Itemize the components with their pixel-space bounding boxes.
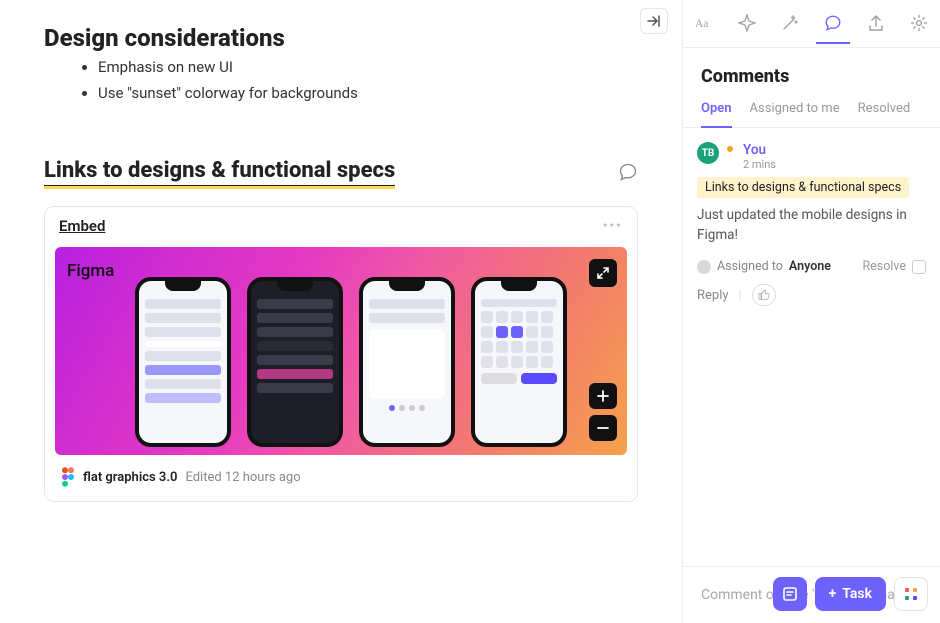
comment-time: 2 mins <box>743 158 776 171</box>
apps-button[interactable] <box>894 577 928 611</box>
collapse-sidebar-button[interactable] <box>640 8 668 34</box>
floating-actions: + Task <box>773 577 928 611</box>
bullet-list: Emphasis on new UI Use "sunset" colorway… <box>98 58 682 102</box>
comments-tabs: Open Assigned to me Resolved <box>683 95 940 128</box>
task-button-label: Task <box>842 586 872 602</box>
tool-magic[interactable] <box>773 4 807 44</box>
text-icon: Aa <box>695 15 713 31</box>
comment-icon <box>618 162 638 182</box>
svg-text:Aa: Aa <box>695 18 708 30</box>
phone-calendar <box>471 277 567 447</box>
quick-note-button[interactable] <box>773 577 807 611</box>
bullet-item[interactable]: Use "sunset" colorway for backgrounds <box>98 84 682 102</box>
gear-icon <box>910 14 928 32</box>
embed-edited-time: Edited 12 hours ago <box>185 470 300 485</box>
phone-mockups <box>55 271 627 447</box>
plus-icon: + <box>829 586 837 602</box>
collapse-icon <box>647 15 661 27</box>
heading-links[interactable]: Links to designs & functional specs <box>44 158 395 186</box>
comment-thread: TB You 2 mins Links to designs & functio… <box>683 128 940 566</box>
phone-dark-home <box>247 277 343 447</box>
embed-card: Embed ••• Figma <box>44 206 638 502</box>
phone-light-empty <box>359 277 455 447</box>
avatar: TB <box>697 142 719 164</box>
add-comment-button[interactable] <box>618 162 638 182</box>
assignee-dot-icon <box>697 260 711 274</box>
note-icon <box>782 586 798 602</box>
tool-settings[interactable] <box>902 4 936 44</box>
bullet-item[interactable]: Emphasis on new UI <box>98 58 682 76</box>
comments-title: Comments <box>683 48 940 95</box>
heading-design-considerations: Design considerations <box>44 24 682 52</box>
tab-open[interactable]: Open <box>701 101 732 128</box>
resolve-label[interactable]: Resolve <box>862 259 906 274</box>
resolve-checkbox[interactable] <box>912 260 926 274</box>
share-icon <box>867 14 885 32</box>
embed-menu-button[interactable]: ••• <box>603 218 623 234</box>
like-button[interactable] <box>752 284 776 306</box>
apps-icon <box>904 587 918 601</box>
thumbs-up-icon <box>758 289 770 301</box>
tool-text[interactable]: Aa <box>687 4 721 44</box>
unread-dot-icon <box>727 146 733 152</box>
embed-file-name[interactable]: flat graphics 3.0 <box>83 470 177 485</box>
tab-resolved[interactable]: Resolved <box>858 101 911 127</box>
reply-button[interactable]: Reply <box>697 288 729 303</box>
tab-assigned[interactable]: Assigned to me <box>750 101 840 127</box>
sparkle-icon <box>738 14 756 32</box>
embed-title[interactable]: Embed <box>59 217 105 235</box>
new-task-button[interactable]: + Task <box>815 577 886 611</box>
assigned-to-value[interactable]: Anyone <box>789 259 831 274</box>
document-area: Design considerations Emphasis on new UI… <box>0 0 682 623</box>
assigned-to-label: Assigned to <box>717 259 783 274</box>
tool-comments[interactable] <box>816 4 850 44</box>
tool-share[interactable] <box>859 4 893 44</box>
comment-author[interactable]: You <box>743 142 776 158</box>
comment-message: Just updated the mobile designs in Figma… <box>697 206 926 245</box>
comments-panel: Aa Comments Open Assigned to me Resolved <box>682 0 940 623</box>
figma-icon <box>61 467 75 487</box>
panel-toolbar: Aa <box>683 0 940 48</box>
comment-reference-chip[interactable]: Links to designs & functional specs <box>697 177 909 198</box>
embed-caption: flat graphics 3.0 Edited 12 hours ago <box>45 455 637 501</box>
tool-ai[interactable] <box>730 4 764 44</box>
comment-icon <box>824 14 842 32</box>
figma-embed-canvas[interactable]: Figma <box>55 247 627 455</box>
phone-light-home <box>135 277 231 447</box>
wand-icon <box>781 14 799 32</box>
